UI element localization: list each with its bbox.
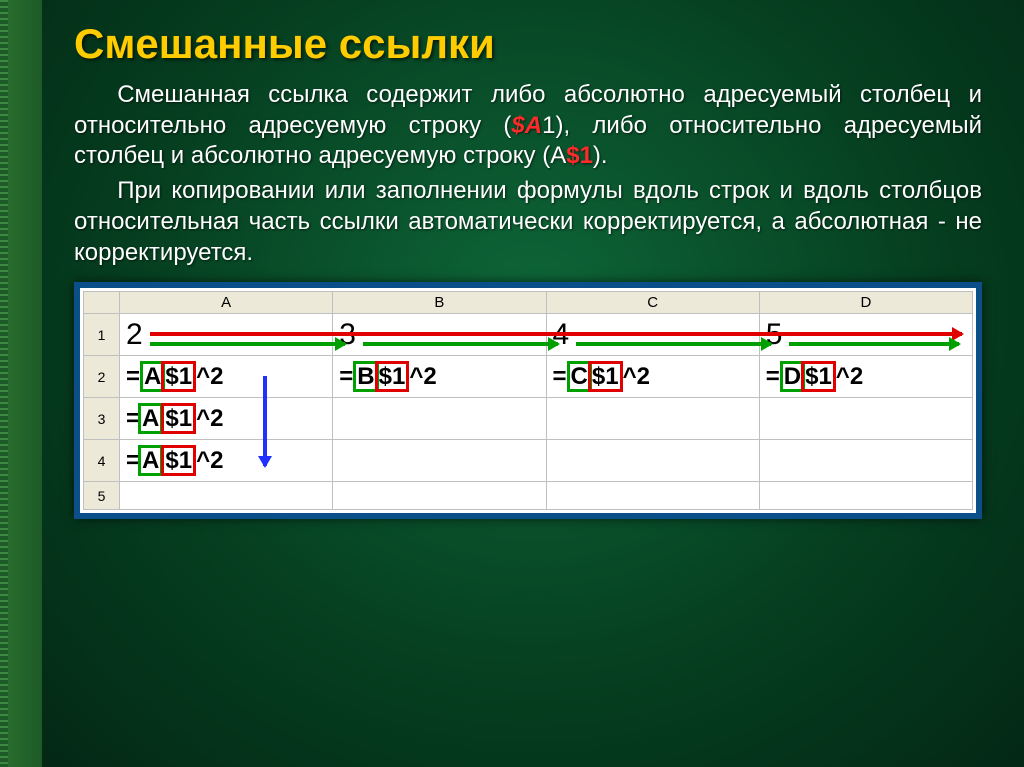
cell-c4 (546, 440, 759, 482)
cell-d4 (759, 440, 972, 482)
suffix-a2: ^2 (196, 363, 223, 390)
eq-c2: = (553, 363, 567, 390)
suffix-b2: ^2 (409, 363, 436, 390)
cell-a2: =A$1^2 (120, 356, 333, 398)
green-arrow-seg-1 (150, 342, 345, 346)
abs-part-a4: $1 (161, 445, 196, 476)
green-arrow-seg-2 (363, 342, 558, 346)
slide-sidebar (0, 0, 42, 767)
paragraph-1: Смешанная ссылка содержит либо абсолютно… (74, 80, 982, 172)
mixed-ref-col-rel: A (550, 142, 566, 169)
abs-part-a2: $1 (161, 361, 196, 392)
para1-text-3: ). (593, 142, 608, 169)
cell-c3 (546, 398, 759, 440)
suffix-c2: ^2 (623, 363, 650, 390)
mixed-ref-row-rel: 1 (542, 112, 555, 139)
sidebar-stripes (0, 0, 8, 767)
green-arrow-seg-4 (789, 342, 959, 346)
abs-part-b2: $1 (375, 361, 410, 392)
suffix-d2: ^2 (836, 363, 863, 390)
cell-b5 (333, 482, 546, 510)
table-row-4: 4 =A$1^2 (84, 440, 973, 482)
mixed-ref-row-abs: $1 (566, 142, 593, 169)
row-header-3: 3 (84, 398, 120, 440)
table-row-5: 5 (84, 482, 973, 510)
col-header-d: D (759, 292, 972, 314)
header-row: A B C D (84, 292, 973, 314)
col-header-a: A (120, 292, 333, 314)
cell-b3 (333, 398, 546, 440)
cell-b4 (333, 440, 546, 482)
col-header-c: C (546, 292, 759, 314)
paragraph-2: При копировании или заполнении формулы в… (74, 176, 982, 268)
spreadsheet-illustration: A B C D 1 2 3 4 5 2 =A$1^2 =B$1^2 (74, 282, 982, 519)
mixed-ref-col-abs: $A (511, 112, 542, 139)
eq-a2: = (126, 363, 140, 390)
cell-a3: =A$1^2 (120, 398, 333, 440)
table-row-3: 3 =A$1^2 (84, 398, 973, 440)
abs-part-d2: $1 (801, 361, 836, 392)
eq-b2: = (339, 363, 353, 390)
value-a1: 2 (126, 318, 143, 351)
eq-d2: = (766, 363, 780, 390)
abs-part-a3: $1 (161, 403, 196, 434)
green-arrow-seg-3 (576, 342, 771, 346)
cell-b2: =B$1^2 (333, 356, 546, 398)
suffix-a4: ^2 (196, 447, 223, 474)
corner-cell (84, 292, 120, 314)
abs-part-c2: $1 (588, 361, 623, 392)
blue-vertical-arrow (263, 376, 267, 466)
table-row-2: 2 =A$1^2 =B$1^2 =C$1^2 =D$1^2 (84, 356, 973, 398)
cell-d5 (759, 482, 972, 510)
slide-title: Смешанные ссылки (74, 20, 982, 68)
row-header-5: 5 (84, 482, 120, 510)
col-part-a4: A (138, 445, 163, 476)
cell-c2: =C$1^2 (546, 356, 759, 398)
col-part-a3: A (138, 403, 163, 434)
spreadsheet-table: A B C D 1 2 3 4 5 2 =A$1^2 =B$1^2 (83, 291, 973, 510)
cell-a4: =A$1^2 (120, 440, 333, 482)
slide-content: Смешанные ссылки Смешанная ссылка содерж… (42, 0, 1024, 767)
suffix-a3: ^2 (196, 405, 223, 432)
row-header-1: 1 (84, 314, 120, 356)
cell-c5 (546, 482, 759, 510)
col-header-b: B (333, 292, 546, 314)
row-header-2: 2 (84, 356, 120, 398)
row-header-4: 4 (84, 440, 120, 482)
cell-d3 (759, 398, 972, 440)
cell-d2: =D$1^2 (759, 356, 972, 398)
cell-a5 (120, 482, 333, 510)
red-horizontal-arrow (150, 332, 962, 336)
